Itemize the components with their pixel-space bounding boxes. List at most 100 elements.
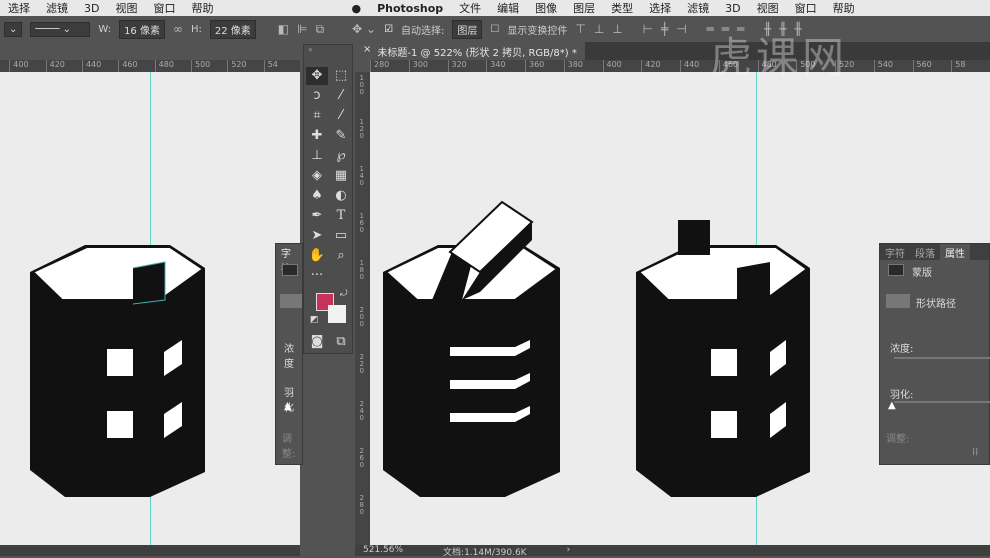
pen-tool-icon[interactable]: ✒: [306, 207, 328, 225]
menu-item[interactable]: 编辑: [497, 0, 519, 16]
ruler-tick: 120: [359, 118, 364, 140]
ruler-tick: 440: [81, 60, 118, 72]
ruler-tick: 300: [408, 60, 448, 72]
path-selection-icon[interactable]: ➤: [306, 227, 328, 245]
menu-item[interactable]: 视图: [115, 0, 137, 16]
history-brush-icon[interactable]: ℘: [330, 147, 352, 165]
vertical-ruler: 100 120 140 160 180 200 220 240 260 280: [355, 72, 370, 545]
swap-colors-icon[interactable]: ⤾: [340, 289, 348, 299]
show-transform-checkbox[interactable]: ☐: [490, 24, 499, 35]
menu-item[interactable]: 窗口: [153, 0, 175, 16]
feather-slider-handle[interactable]: ▲: [284, 401, 292, 412]
lasso-tool-icon[interactable]: ↄ: [306, 87, 328, 105]
menu-item[interactable]: 帮助: [833, 0, 855, 16]
magic-wand-icon[interactable]: ⁄: [330, 87, 352, 105]
blur-tool-icon[interactable]: ♠: [306, 187, 328, 205]
dodge-tool-icon[interactable]: ◐: [330, 187, 352, 205]
quick-mask-icon[interactable]: ◙: [306, 333, 328, 351]
ruler-tick: 400: [602, 60, 642, 72]
eraser-tool-icon[interactable]: ◈: [306, 167, 328, 185]
menu-bar: 选择 滤镜 3D 视图 窗口 帮助 ● Photoshop 文件 编辑 图像 图…: [0, 0, 990, 16]
ruler-tick: 420: [641, 60, 680, 72]
marquee-tool-icon[interactable]: ⬚: [330, 67, 352, 85]
menu-item[interactable]: 选择: [8, 0, 30, 16]
stroke-type-dropdown[interactable]: ──── ⌄: [30, 21, 91, 37]
menu-item[interactable]: 选择: [649, 0, 671, 16]
menu-item[interactable]: 滤镜: [46, 0, 68, 16]
menu-item[interactable]: 视图: [757, 0, 779, 16]
ruler-tick: 140: [359, 165, 364, 187]
close-tab-icon[interactable]: ×: [363, 44, 371, 58]
shape-path-thumbnail[interactable]: [280, 294, 302, 308]
path-alignment-icon[interactable]: ⊫: [297, 22, 307, 36]
ruler-tick: 400: [9, 60, 45, 72]
menu-item[interactable]: 图层: [573, 0, 595, 16]
menu-item[interactable]: 文件: [459, 0, 481, 16]
menu-item[interactable]: 3D: [725, 2, 740, 15]
width-label: W:: [98, 23, 112, 35]
auto-select-checkbox[interactable]: ☑: [384, 24, 393, 35]
menu-item[interactable]: 3D: [84, 2, 99, 15]
rectangle-tool-icon[interactable]: ▭: [330, 227, 352, 245]
menu-item[interactable]: 帮助: [191, 0, 213, 16]
move-tool-icon[interactable]: ✥ ⌄: [352, 22, 376, 36]
height-field[interactable]: 22 像素: [209, 19, 256, 39]
panel-grip-icon[interactable]: ⁞⁞: [972, 447, 978, 458]
hand-tool-icon[interactable]: ✋: [306, 247, 328, 265]
ruler-tick: 360: [525, 60, 564, 72]
background-color-swatch[interactable]: [328, 305, 346, 323]
watermark-logo: 虎课网: [710, 33, 849, 82]
show-transform-label: 显示变换控件: [507, 25, 568, 37]
ruler-tick: 54: [263, 60, 300, 72]
width-field[interactable]: 16 像素: [119, 19, 165, 39]
ruler-tick: 280: [359, 494, 364, 516]
mask-icon[interactable]: [888, 264, 904, 276]
canvas-left[interactable]: [0, 72, 300, 555]
feather-slider[interactable]: [894, 401, 990, 403]
apple-icon[interactable]: ●: [351, 2, 361, 15]
adjust-label: 调整:: [282, 434, 296, 460]
stroke-dropdown[interactable]: ⌄: [4, 21, 23, 37]
tab-paragraph[interactable]: 段落: [910, 244, 940, 260]
density-slider[interactable]: [894, 357, 990, 359]
document-tab-title: 未标题-1 @ 522% (形状 2 拷贝, RGB/8*) *: [377, 48, 577, 59]
zoom-level[interactable]: 521.56%: [363, 545, 403, 556]
density-label: 浓度:: [890, 344, 914, 355]
app-menu[interactable]: Photoshop: [377, 2, 443, 15]
menu-item[interactable]: 图像: [535, 0, 557, 16]
mask-icon[interactable]: [282, 264, 298, 276]
menu-item[interactable]: 类型: [611, 0, 633, 16]
path-operations-icon[interactable]: ◧: [278, 22, 289, 36]
menu-item[interactable]: 窗口: [795, 0, 817, 16]
tab-character[interactable]: 字符: [880, 244, 910, 260]
document-tab[interactable]: × 未标题-1 @ 522% (形状 2 拷贝, RGB/8*) *: [355, 42, 585, 60]
ruler-tick: 58: [951, 60, 990, 72]
move-tool-icon[interactable]: ✥: [306, 67, 328, 85]
collapse-icon[interactable]: «: [308, 45, 313, 54]
brush-tool-icon[interactable]: ✎: [330, 127, 352, 145]
link-icon[interactable]: ∞: [173, 22, 183, 36]
eyedropper-icon[interactable]: ⁄: [330, 107, 352, 125]
type-tool-icon[interactable]: T: [330, 207, 352, 225]
stamp-tool-icon[interactable]: ⊥: [306, 147, 328, 165]
gradient-tool-icon[interactable]: ▦: [330, 167, 352, 185]
tab-character[interactable]: 字符: [276, 244, 302, 275]
default-colors-icon[interactable]: ◩: [310, 315, 319, 325]
feather-label: 羽化:: [890, 390, 914, 401]
menu-item[interactable]: 滤镜: [687, 0, 709, 16]
shape-path-thumbnail[interactable]: [886, 294, 910, 308]
crop-tool-icon[interactable]: ⌗: [306, 107, 328, 125]
status-menu-arrow-icon[interactable]: ›: [567, 545, 571, 556]
horizontal-ruler-right: 280 300 320 340 360 380 400 420 440 460 …: [370, 60, 990, 72]
status-bar: 521.56% 文档:1.14M/390.6K ›: [355, 545, 990, 558]
healing-brush-icon[interactable]: ✚: [306, 127, 328, 145]
zoom-tool-icon[interactable]: ⌕: [330, 247, 352, 265]
auto-select-dropdown[interactable]: 图层: [452, 19, 483, 39]
screen-mode-icon[interactable]: ⧉: [330, 333, 352, 351]
feather-slider-handle[interactable]: ▲: [888, 400, 896, 411]
tab-properties[interactable]: 属性: [940, 244, 970, 260]
path-arrangement-icon[interactable]: ⧉: [316, 22, 325, 37]
adjust-label: 调整:: [886, 434, 910, 445]
ruler-tick: 320: [447, 60, 487, 72]
more-tools-icon[interactable]: ···: [306, 267, 328, 285]
